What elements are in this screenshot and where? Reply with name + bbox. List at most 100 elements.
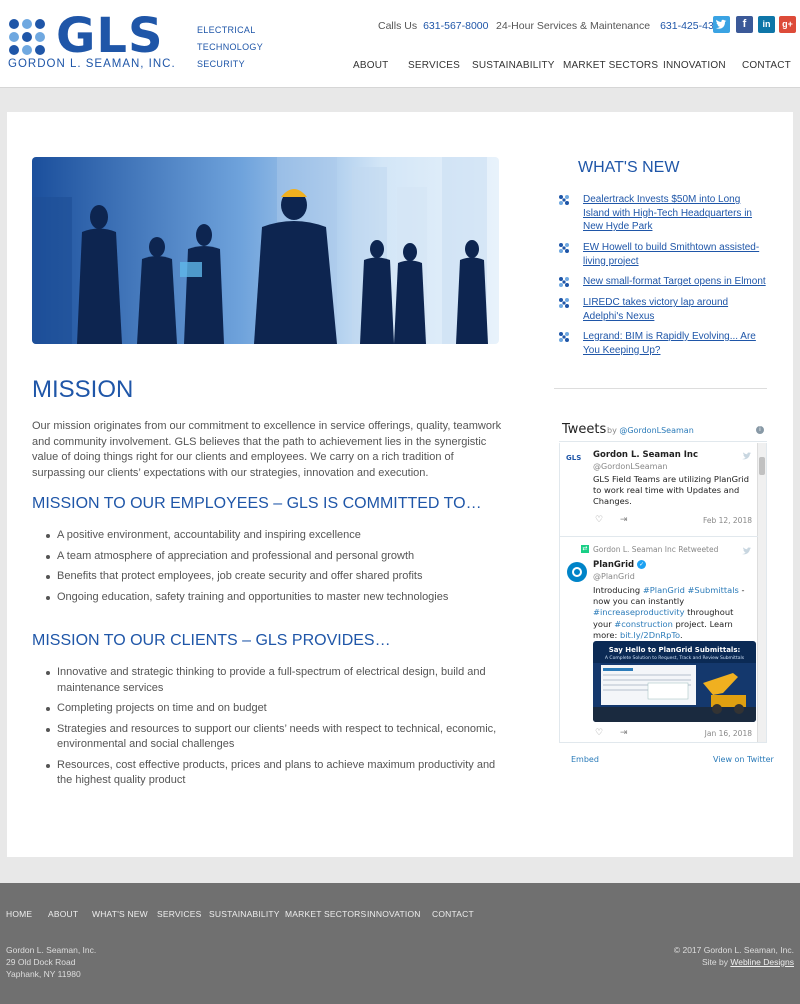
news-link[interactable]: New small-format Target opens in Elmont — [583, 275, 768, 289]
clients-list: Innovative and strategic thinking to pro… — [32, 665, 502, 794]
tagline-item: TECHNOLOGY — [197, 42, 264, 52]
google-plus-icon[interactable]: g+ — [779, 16, 796, 33]
tweet[interactable]: GLS Gordon L. Seaman Inc @GordonLSeaman … — [560, 443, 758, 537]
logo-text: GLS — [56, 8, 164, 64]
verified-icon: ✓ — [637, 560, 647, 569]
tweet-handle[interactable]: @PlanGrid — [593, 572, 635, 581]
footer-nav-sustainability[interactable]: SUSTAINABILITY — [209, 909, 280, 919]
tweet-media-card[interactable]: Say Hello to PlanGrid Submittals: A Comp… — [593, 641, 756, 722]
news-bullet-icon — [559, 195, 569, 205]
tweet-avatar: GLS — [566, 454, 582, 462]
nav-services[interactable]: SERVICES — [408, 60, 460, 71]
plangrid-avatar[interactable] — [567, 562, 587, 582]
nav-sustainability[interactable]: SUSTAINABILITY — [472, 60, 555, 71]
nav-contact[interactable]: CONTACT — [742, 60, 791, 71]
like-heart-icon[interactable]: ♡ — [595, 728, 603, 738]
tweet-author[interactable]: PlanGrid ✓ — [593, 560, 647, 570]
share-icon[interactable]: ⇥ — [620, 728, 628, 738]
employees-list: A positive environment, accountability a… — [32, 528, 502, 610]
list-item: A positive environment, accountability a… — [32, 528, 502, 544]
mission-title: MISSION — [32, 376, 134, 403]
linkedin-icon[interactable]: in — [758, 16, 775, 33]
footer-address: Gordon L. Seaman, Inc. 29 Old Dock Road … — [6, 945, 96, 980]
list-item: Resources, cost effective products, pric… — [32, 758, 502, 789]
twitter-bird-icon[interactable] — [742, 451, 753, 460]
twitter-by: by @GordonLSeaman — [607, 426, 694, 435]
twitter-feed[interactable]: GLS Gordon L. Seaman Inc @GordonLSeaman … — [559, 443, 767, 743]
designer-link[interactable]: Webline Designs — [730, 957, 794, 967]
hashtag-link[interactable]: #PlanGrid — [643, 585, 685, 595]
tweet-url-link[interactable]: bit.ly/2DnRpTo — [620, 630, 680, 640]
service-line: 24-Hour Services & Maintenance 631-425-43… — [496, 20, 725, 32]
tweet-text: Introducing #PlanGrid #Submittals - now … — [593, 585, 753, 641]
copyright: © 2017 Gordon L. Seaman, Inc. — [673, 945, 794, 955]
tweet-text-part: Introducing — [593, 585, 643, 595]
news-link[interactable]: Legrand: BIM is Rapidly Evolving... Are … — [583, 330, 768, 357]
hashtag-link[interactable]: #increaseproductivity — [593, 607, 685, 617]
news-bullet-icon — [559, 332, 569, 342]
card-image — [593, 663, 756, 722]
gls-logo[interactable]: GLS GORDON L. SEAMAN, INC. — [6, 8, 184, 74]
news-link[interactable]: LIREDC takes victory lap around Adelphi'… — [583, 296, 768, 323]
main-content: MISSION Our mission originates from our … — [7, 112, 793, 857]
nav-about[interactable]: ABOUT — [353, 60, 388, 71]
news-bullet-icon — [559, 298, 569, 308]
retweet-label: Gordon L. Seaman Inc Retweeted — [593, 545, 719, 554]
footer-nav-services[interactable]: SERVICES — [157, 909, 201, 919]
list-item: A team atmosphere of appreciation and pr… — [32, 549, 502, 565]
address-line: Gordon L. Seaman, Inc. — [6, 945, 97, 955]
news-link[interactable]: Dealertrack Invests $50M into Long Islan… — [583, 193, 768, 234]
site-header: GLS GORDON L. SEAMAN, INC. ELECTRICAL TE… — [0, 0, 800, 88]
twitter-timeline: Tweets by @GordonLSeaman i GLS Gordon L.… — [559, 418, 774, 768]
logo-company-name: GORDON L. SEAMAN, INC. — [8, 58, 176, 70]
share-icon[interactable]: ⇥ — [620, 515, 628, 525]
twitter-header: Tweets by @GordonLSeaman i — [559, 418, 767, 442]
site-by-label: Site by — [701, 956, 728, 967]
news-link[interactable]: EW Howell to build Smithtown assisted-li… — [583, 241, 768, 268]
list-item: Strategies and resources to support our … — [32, 722, 502, 753]
tweet-author-name[interactable]: PlanGrid — [593, 560, 634, 570]
retweet-icon: ⇄ — [581, 545, 589, 553]
footer-nav-innovation[interactable]: INNOVATION — [367, 909, 421, 919]
twitter-icon[interactable] — [713, 16, 730, 33]
nav-innovation[interactable]: INNOVATION — [663, 60, 726, 71]
footer-nav-contact[interactable]: CONTACT — [432, 909, 474, 919]
clients-heading: MISSION TO OUR CLIENTS – GLS PROVIDES… — [32, 632, 391, 649]
tweet-date[interactable]: Jan 16, 2018 — [705, 729, 752, 738]
footer-nav-whats-new[interactable]: WHAT'S NEW — [92, 909, 148, 919]
footer-nav-home[interactable]: HOME — [6, 909, 32, 919]
hashtag-link[interactable]: #construction — [614, 619, 673, 629]
twitter-bird-icon[interactable] — [742, 546, 753, 555]
calls-us: Calls Us 631-567-8000 — [378, 20, 488, 32]
nav-market-sectors[interactable]: MARKET SECTORS — [563, 60, 658, 71]
mission-intro: Our mission originates from our commitme… — [32, 420, 502, 479]
calls-number-link[interactable]: 631-567-8000 — [423, 20, 488, 32]
view-on-twitter-link[interactable]: View on Twitter — [713, 755, 774, 764]
logo-dots-icon — [9, 19, 45, 55]
hashtag-link[interactable]: #Submittals — [687, 585, 738, 595]
address-line: Yaphank, NY 11980 — [6, 968, 81, 979]
tweet-text: GLS Field Teams are utilizing PlanGrid t… — [593, 474, 749, 507]
tweet-date[interactable]: Feb 12, 2018 — [703, 516, 752, 525]
list-item: Benefits that protect employees, job cre… — [32, 569, 502, 585]
tweet-handle[interactable]: @GordonLSeaman — [593, 462, 667, 471]
twitter-by-label: by — [607, 426, 617, 435]
tweet[interactable]: ⇄ Gordon L. Seaman Inc Retweeted PlanGri… — [560, 538, 758, 742]
tweet-text-part: . — [679, 629, 683, 640]
info-icon[interactable]: i — [756, 426, 764, 434]
site-by: Site by Webline Designs — [674, 957, 794, 969]
like-heart-icon[interactable]: ♡ — [595, 515, 603, 525]
embed-link[interactable]: Embed — [571, 755, 599, 764]
tweet-author[interactable]: Gordon L. Seaman Inc — [593, 450, 698, 460]
tagline: ELECTRICAL TECHNOLOGY SECURITY — [197, 22, 263, 73]
hero-image — [32, 157, 499, 344]
service-label: 24-Hour Services & Maintenance — [496, 20, 651, 32]
facebook-icon[interactable]: f — [736, 16, 753, 33]
twitter-scrollbar[interactable] — [757, 443, 766, 742]
employees-heading: MISSION TO OUR EMPLOYEES – GLS IS COMMIT… — [32, 495, 482, 512]
twitter-handle-link[interactable]: @GordonLSeaman — [619, 426, 693, 435]
tagline-item: SECURITY — [197, 59, 245, 69]
footer-nav-market-sectors[interactable]: MARKET SECTORS — [285, 909, 366, 919]
scrollbar-thumb[interactable] — [759, 457, 765, 475]
footer-nav-about[interactable]: ABOUT — [48, 909, 78, 919]
